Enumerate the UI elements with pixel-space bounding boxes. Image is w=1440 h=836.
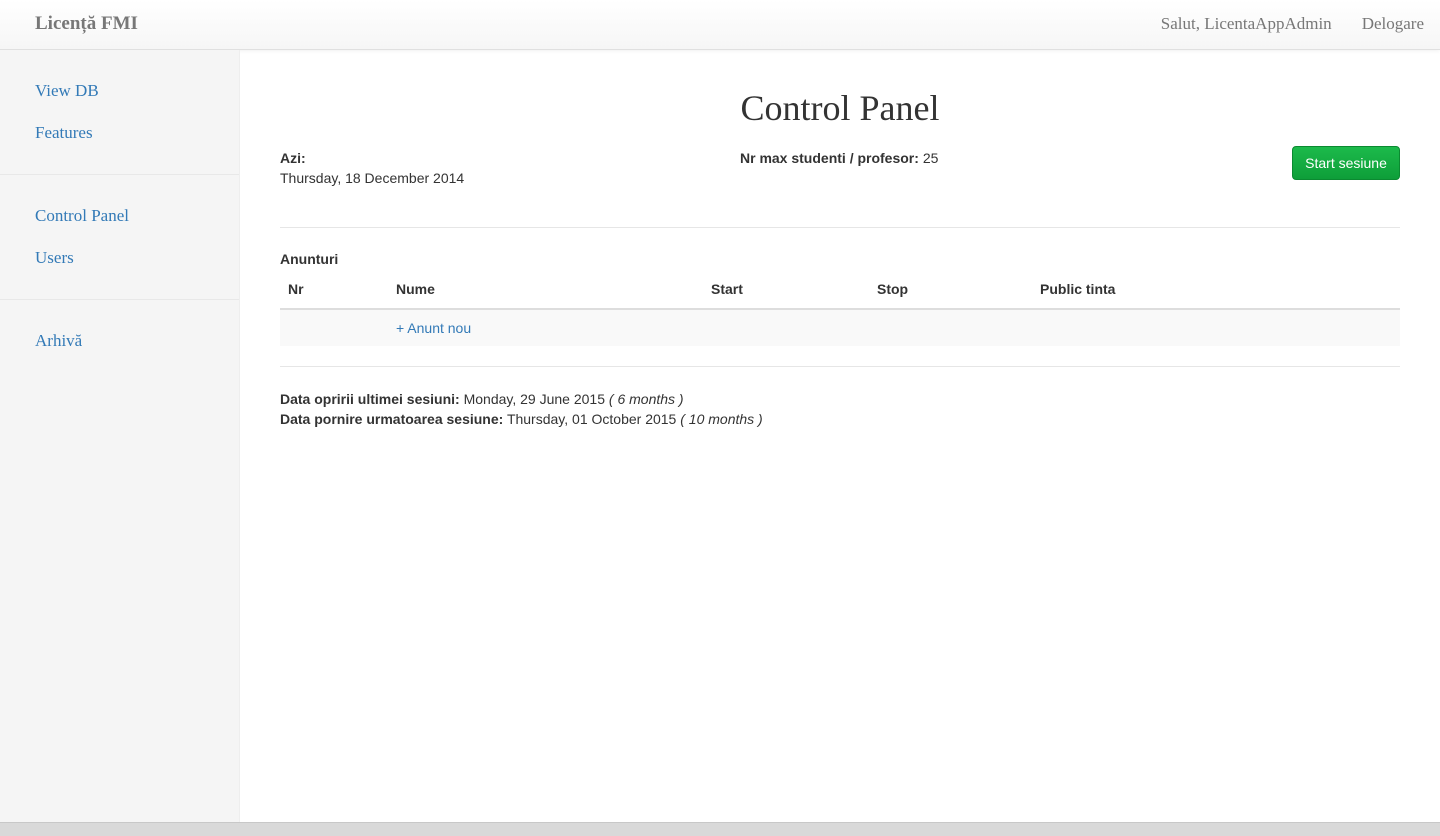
logout-link[interactable]: Delogare	[1362, 14, 1424, 34]
announcements-table: Nr Nume Start Stop Public tinta + Anunt …	[280, 270, 1400, 346]
table-cell	[280, 309, 388, 346]
sidebar-item-view-db[interactable]: View DB	[0, 70, 239, 112]
today-info: Azi: Thursday, 18 December 2014	[280, 148, 464, 188]
session-info-row: Azi: Thursday, 18 December 2014 Nr max s…	[280, 146, 1400, 228]
next-start-label: Data pornire urmatoarea sesiune:	[280, 411, 504, 427]
today-label: Azi:	[280, 150, 306, 166]
last-stop-label: Data opririi ultimei sesiuni:	[280, 391, 460, 407]
table-cell	[703, 309, 869, 346]
table-cell	[869, 309, 1032, 346]
new-announcement-link[interactable]: + Anunt nou	[396, 320, 471, 336]
window-bottom-bar	[0, 822, 1440, 836]
page-title: Control Panel	[740, 88, 940, 128]
navbar-right: Salut, LicentaAppAdmin Delogare	[1161, 14, 1424, 34]
max-students-label: Nr max studenti / profesor:	[740, 150, 919, 166]
start-session-button[interactable]: Start sesiune	[1292, 146, 1400, 180]
column-header-public-tinta: Public tinta	[1032, 270, 1400, 310]
brand-link[interactable]: Licență FMI	[35, 13, 138, 35]
announcements-heading: Anunturi	[280, 251, 339, 267]
sidebar-group-admin: Control Panel Users	[0, 175, 239, 300]
sidebar-group-archive: Arhivă	[0, 300, 239, 382]
session-dates: Data opririi ultimei sesiuni: Monday, 29…	[280, 389, 1400, 429]
next-start-value: Thursday, 01 October 2015	[506, 411, 677, 427]
next-session-start: Data pornire urmatoarea sesiune: Thursda…	[280, 409, 1400, 429]
column-header-nume: Nume	[388, 270, 703, 310]
sidebar-item-control-panel[interactable]: Control Panel	[0, 195, 239, 237]
table-cell: + Anunt nou	[388, 309, 703, 346]
sidebar-item-archive[interactable]: Arhivă	[0, 320, 239, 362]
main-content: Control Panel Azi: Thursday, 18 December…	[280, 50, 1400, 429]
next-start-relative: ( 10 months )	[680, 411, 763, 427]
table-header-row: Nr Nume Start Stop Public tinta	[280, 270, 1400, 310]
section-divider	[280, 366, 1400, 367]
sidebar-group-db: View DB Features	[0, 50, 239, 175]
sidebar: View DB Features Control Panel Users Arh…	[0, 50, 240, 822]
table-row: + Anunt nou	[280, 309, 1400, 346]
today-value: Thursday, 18 December 2014	[280, 170, 465, 186]
column-header-start: Start	[703, 270, 869, 310]
user-greeting-link[interactable]: Salut, LicentaAppAdmin	[1161, 14, 1332, 34]
last-stop-relative: ( 6 months )	[608, 391, 684, 407]
sidebar-item-users[interactable]: Users	[0, 237, 239, 279]
column-header-nr: Nr	[280, 270, 388, 310]
table-cell	[1032, 309, 1400, 346]
sidebar-item-features[interactable]: Features	[0, 112, 239, 154]
last-session-stop: Data opririi ultimei sesiuni: Monday, 29…	[280, 389, 1400, 409]
column-header-stop: Stop	[869, 270, 1032, 310]
max-students-value: 25	[922, 150, 939, 166]
max-students-info: Nr max studenti / profesor: 25	[740, 148, 938, 168]
top-navbar: Licență FMI Salut, LicentaAppAdmin Delog…	[0, 0, 1440, 50]
last-stop-value: Monday, 29 June 2015	[463, 391, 605, 407]
